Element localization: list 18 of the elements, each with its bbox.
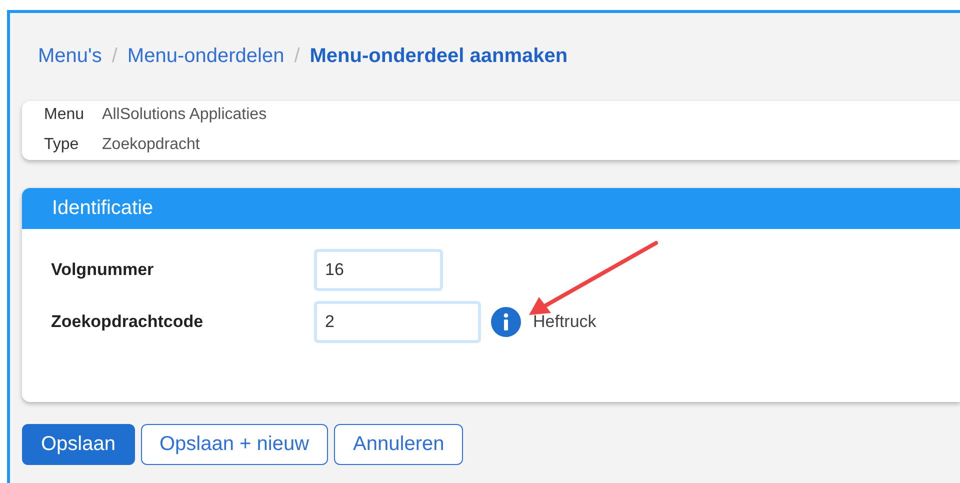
input-field[interactable]: 16 [314,249,443,291]
field-label: Volgnummer [51,260,155,280]
action-button[interactable]: Opslaan [22,424,134,465]
lookup-description: Heftruck [533,312,596,332]
breadcrumb-link[interactable]: Menu-onderdelen [127,44,284,68]
summary-value: Zoekopdracht [102,136,201,154]
info-icon[interactable] [491,307,521,337]
summary-label: Menu [44,106,84,124]
field-label: Zoekopdrachtcode [51,312,204,332]
breadcrumb-link[interactable]: Menu's [38,44,102,68]
section-header: Identificatie [22,188,960,229]
breadcrumb-separator: / [112,44,118,68]
summary-value: AllSolutions Applicaties [102,106,268,124]
action-button[interactable]: Annuleren [334,424,464,465]
breadcrumb-separator: / [294,44,300,68]
input-field[interactable]: 2 [314,301,481,343]
summary-label: Type [44,136,80,154]
action-button[interactable]: Opslaan + nieuw [140,424,328,465]
